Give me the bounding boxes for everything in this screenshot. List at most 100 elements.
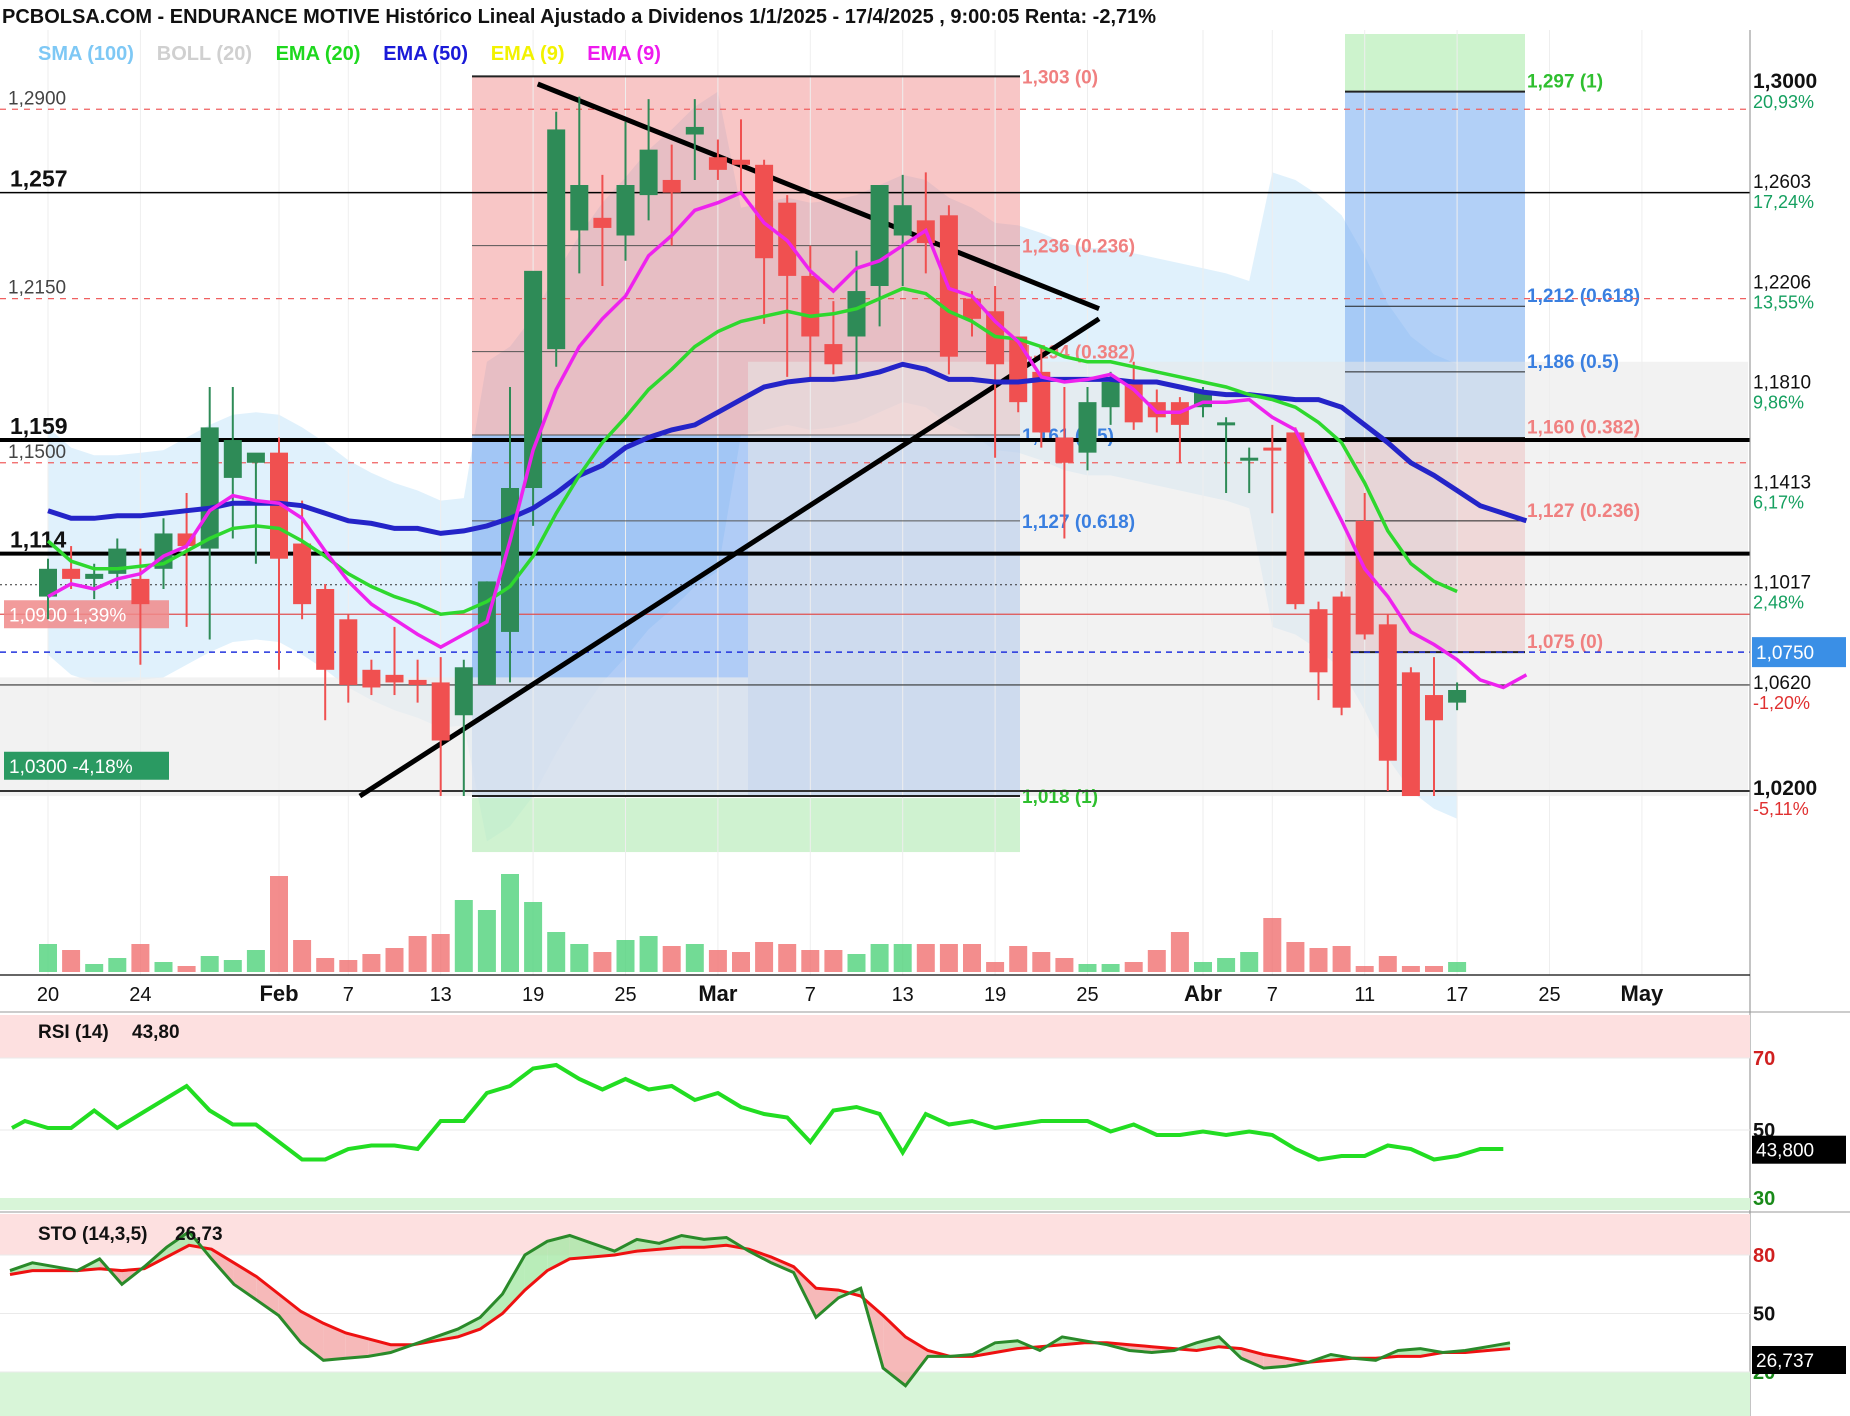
candle-body [316, 589, 335, 670]
volume-bar [893, 944, 912, 972]
rsi-tag-label: 43,800 [1756, 1141, 1814, 1162]
candle-body [200, 427, 219, 549]
candle-body [246, 452, 265, 463]
candle-body [1009, 336, 1028, 403]
candle-body [1055, 437, 1074, 463]
x-axis-label: 19 [984, 984, 1006, 1006]
x-axis-label: May [1621, 981, 1665, 1006]
dashed-level-label: 1,1500 [8, 442, 66, 463]
candle-body [362, 669, 381, 688]
volume-bar [1055, 958, 1074, 972]
sr-level-label: 1,257 [10, 166, 68, 192]
rsi-value: 43,80 [132, 1022, 180, 1043]
volume-bar [454, 900, 473, 972]
volume-bar [708, 950, 727, 972]
price-axis-pct: 9,86% [1753, 392, 1804, 412]
fib-right-label: 1,297 (1) [1527, 72, 1603, 93]
candle-body [593, 217, 612, 228]
volume-bar [570, 944, 589, 972]
volume-bar [1448, 962, 1467, 972]
candle-body [708, 157, 727, 170]
candle-body [1240, 457, 1259, 461]
candle-body [85, 573, 104, 579]
volume-bar [339, 960, 358, 972]
rsi-overbought-zone [0, 1015, 1750, 1058]
fib-right-zone-green [1345, 34, 1525, 92]
volume-bar [1217, 958, 1236, 972]
fib-right-label: 1,212 (0.618) [1527, 286, 1640, 307]
volume-bar [408, 936, 427, 972]
candle-body [570, 185, 589, 231]
candle-body [824, 344, 843, 365]
price-axis-label: 1,2206 [1753, 272, 1811, 293]
volume-bar [177, 966, 196, 972]
x-axis-label: 25 [1538, 984, 1560, 1006]
volume-bar [732, 952, 750, 972]
dashed-level-label: 1,2900 [8, 88, 66, 109]
volume-bar [986, 962, 1005, 972]
candle-body [1217, 422, 1236, 426]
candle-body [385, 674, 404, 683]
candle-body [755, 164, 774, 259]
fib-left-zone-green [472, 798, 1020, 853]
x-axis-label: 7 [805, 984, 816, 1006]
sto-oversold-zone [0, 1372, 1750, 1416]
candle-body [732, 159, 750, 165]
x-axis-label: 25 [1076, 984, 1098, 1006]
candle-body [431, 682, 450, 741]
sr-level-label: 1,159 [10, 413, 68, 439]
sto-title: STO (14,3,5) [38, 1224, 147, 1245]
volume-bar [801, 950, 820, 972]
legend-item: EMA (20) [276, 43, 361, 65]
price-axis-label: 1,3000 [1753, 70, 1817, 93]
volume-bar [223, 960, 242, 972]
volume-bar [385, 948, 404, 972]
x-axis-label: 13 [430, 984, 452, 1006]
price-axis-pct: 20,93% [1753, 92, 1814, 112]
volume-bar [847, 954, 866, 972]
volume-bar [108, 958, 127, 972]
volume-bar [755, 942, 774, 972]
legend-item: EMA (50) [383, 43, 468, 65]
volume-bar [501, 874, 519, 972]
rsi-tick: 30 [1753, 1188, 1775, 1210]
volume-bar [939, 944, 958, 972]
fib-right-label: 1,160 (0.382) [1527, 418, 1640, 439]
x-axis-label: Abr [1184, 981, 1222, 1006]
x-axis-label: 11 [1354, 984, 1375, 1006]
volume-bar [293, 940, 312, 972]
volume-bar [1101, 964, 1120, 972]
volume-bar [593, 952, 612, 972]
fib-right-label: 1,186 (0.5) [1527, 352, 1619, 373]
candle-body [1101, 381, 1120, 408]
rsi-oversold-zone [0, 1198, 1750, 1210]
candle-body [639, 149, 658, 196]
volume-bar [1147, 950, 1166, 972]
chart-title: PCBOLSA.COM - ENDURANCE MOTIVE Histórico… [2, 6, 1157, 28]
volume-bar [870, 944, 889, 972]
candle-body [62, 568, 81, 579]
volume-bar [1009, 946, 1028, 972]
x-axis-label: 19 [522, 984, 544, 1006]
candle-body [1309, 609, 1328, 673]
price-chart: 1,303 (0)1,236 (0.236)1,194 (0.382)1,161… [0, 0, 1850, 1416]
x-axis-label: 13 [892, 984, 914, 1006]
fib-left-label: 1,127 (0.618) [1022, 512, 1135, 533]
x-axis-label: Mar [698, 981, 738, 1006]
price-axis-label: 1,1017 [1753, 573, 1811, 594]
fib-left-label: 1,236 (0.236) [1022, 237, 1135, 258]
price-axis-pct: 6,17% [1753, 493, 1804, 513]
fib-right-label: 1,075 (0) [1527, 632, 1603, 653]
candle-body [662, 179, 681, 193]
candle-body [1286, 432, 1305, 605]
chart-page: 1,303 (0) 1,236 (0.236) 1,194 (0.382) 1,161… [0, 0, 1850, 1416]
volume-bar [547, 932, 566, 972]
volume-bar [154, 962, 173, 972]
candle-body [547, 129, 566, 350]
volume-bar [662, 946, 681, 972]
price-axis-pct: 13,55% [1753, 292, 1814, 312]
candle-body [801, 275, 820, 337]
volume-bar [200, 956, 219, 972]
volume-bar [477, 910, 496, 972]
price-axis-label: 1,2603 [1753, 172, 1811, 193]
